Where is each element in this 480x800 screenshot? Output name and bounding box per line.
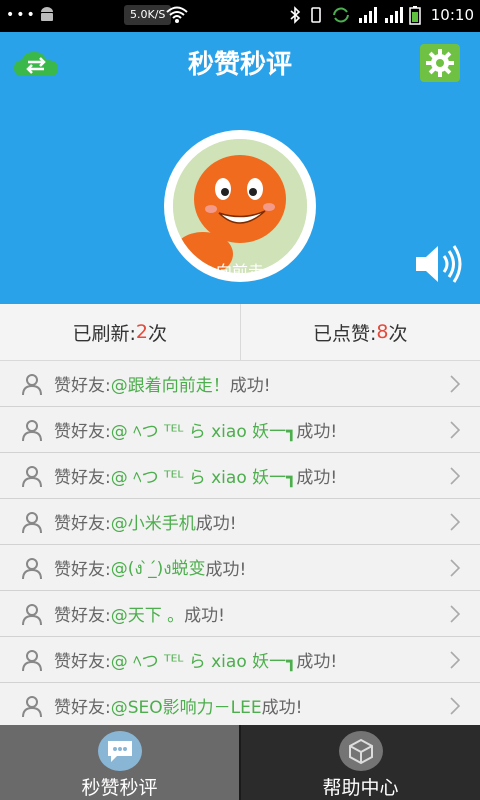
bluetooth-icon (290, 6, 300, 24)
cube-icon (338, 731, 383, 771)
list-item[interactable]: 赞好友: @(ง ̀_́)ง蜕变 成功! (0, 545, 480, 591)
item-prefix: 赞好友: (54, 652, 111, 672)
item-suffix: 成功! (296, 422, 338, 442)
user-icon (22, 419, 42, 441)
chevron-right-icon (450, 697, 460, 715)
item-target: @ ﾍつ ᵀᴱᴸ ら xiao 妖一┓ (110, 652, 297, 672)
stats-bar: 已刷新: 2 次 已点赞: 8 次 (0, 304, 480, 361)
user-icon (22, 373, 42, 395)
list-item[interactable]: 赞好友: @ ﾍつ ᵀᴱᴸ ら xiao 妖一┓ 成功! (0, 453, 480, 499)
avatar (173, 139, 307, 273)
item-suffix: 成功! (229, 376, 271, 396)
item-suffix: 成功! (205, 560, 247, 580)
status-right: 10:10 (289, 5, 474, 25)
list-item[interactable]: 赞好友: @SEO影响力－LEE 成功! (0, 683, 480, 725)
item-prefix: 赞好友: (54, 422, 111, 442)
gear-icon (426, 49, 454, 77)
item-suffix: 成功! (296, 468, 338, 488)
liked-count: 8 (376, 321, 389, 343)
battery-icon (409, 6, 421, 25)
notification-dots: ••• (6, 7, 37, 23)
item-prefix: 赞好友: (54, 698, 111, 718)
item-suffix: 成功! (195, 514, 237, 534)
network-speed: 5.0K/S (124, 5, 172, 25)
liked-unit: 次 (388, 322, 408, 345)
item-prefix: 赞好友: (54, 606, 111, 626)
signal-icon-2 (384, 7, 403, 23)
item-target: @小米手机 (110, 514, 196, 534)
refreshed-unit: 次 (147, 322, 167, 345)
chevron-right-icon (450, 605, 460, 623)
user-icon (22, 511, 42, 533)
profile-header: 秒赞秒评 向前走 (0, 32, 480, 304)
item-prefix: 赞好友: (54, 468, 111, 488)
chevron-right-icon (450, 421, 460, 439)
item-suffix: 成功! (261, 698, 303, 718)
item-prefix: 赞好友: (54, 514, 111, 534)
item-target: @跟着向前走！ (110, 376, 230, 396)
tab-label: 秒赞秒评 (81, 777, 158, 799)
item-target: @天下 。 (110, 606, 185, 626)
refreshed-label: 已刷新: (72, 322, 136, 345)
app-title: 秒赞秒评 (187, 50, 292, 80)
chevron-right-icon (450, 467, 460, 485)
speaker-icon[interactable] (414, 242, 462, 286)
item-prefix: 赞好友: (54, 376, 111, 396)
item-prefix: 赞好友: (54, 560, 111, 580)
signal-icon (358, 7, 377, 23)
bottom-tab-bar: 秒赞秒评 帮助中心 (0, 725, 480, 800)
list-item[interactable]: 赞好友: @天下 。成功! (0, 591, 480, 637)
user-icon (22, 557, 42, 579)
activity-list[interactable]: 赞好友: @跟着向前走！ 成功! 赞好友: @ ﾍつ ᵀᴱᴸ ら xiao 妖一┓… (0, 361, 480, 725)
list-item[interactable]: 赞好友: @ ﾍつ ᵀᴱᴸ ら xiao 妖一┓ 成功! (0, 407, 480, 453)
item-target: @SEO影响力－LEE (110, 698, 262, 718)
clock: 10:10 (430, 6, 474, 24)
liked-label: 已点赞: (312, 322, 377, 345)
settings-button[interactable] (420, 44, 460, 82)
item-target: @ ﾍつ ᵀᴱᴸ ら xiao 妖一┓ (110, 422, 297, 442)
item-target: @(ง ̀_́)ง蜕变 (110, 558, 206, 579)
liked-stat: 已点赞: 8 次 (239, 304, 480, 360)
user-icon (22, 465, 42, 487)
list-item[interactable]: 赞好友: @ ﾍつ ᵀᴱᴸ ら xiao 妖一┓ 成功! (0, 637, 480, 683)
user-icon (22, 695, 42, 717)
chevron-right-icon (450, 513, 460, 531)
wifi-icon (166, 6, 188, 23)
username: 向前走 (215, 262, 264, 281)
chevron-right-icon (450, 651, 460, 669)
user-icon (22, 649, 42, 671)
user-icon (22, 603, 42, 625)
status-bar: ••• 5.0K/S 10:10 (0, 0, 480, 32)
chat-bubble-icon (97, 731, 142, 771)
tab-help-center[interactable]: 帮助中心 (239, 725, 480, 800)
refreshed-count: 2 (135, 321, 148, 343)
item-suffix: 成功! (184, 606, 225, 626)
tab-miaozan[interactable]: 秒赞秒评 (0, 725, 239, 800)
sync-icon (332, 7, 349, 23)
chevron-right-icon (450, 375, 460, 393)
tab-label: 帮助中心 (322, 777, 399, 799)
chevron-right-icon (450, 559, 460, 577)
list-item[interactable]: 赞好友: @小米手机 成功! (0, 499, 480, 545)
refreshed-stat: 已刷新: 2 次 (0, 304, 240, 360)
android-icon (41, 7, 53, 21)
item-suffix: 成功! (296, 652, 338, 672)
cartoon-avatar-image (173, 139, 307, 273)
item-target: @ ﾍつ ᵀᴱᴸ ら xiao 妖一┓ (110, 468, 297, 488)
vibrate-icon (310, 7, 321, 23)
list-item[interactable]: 赞好友: @跟着向前走！ 成功! (0, 361, 480, 407)
